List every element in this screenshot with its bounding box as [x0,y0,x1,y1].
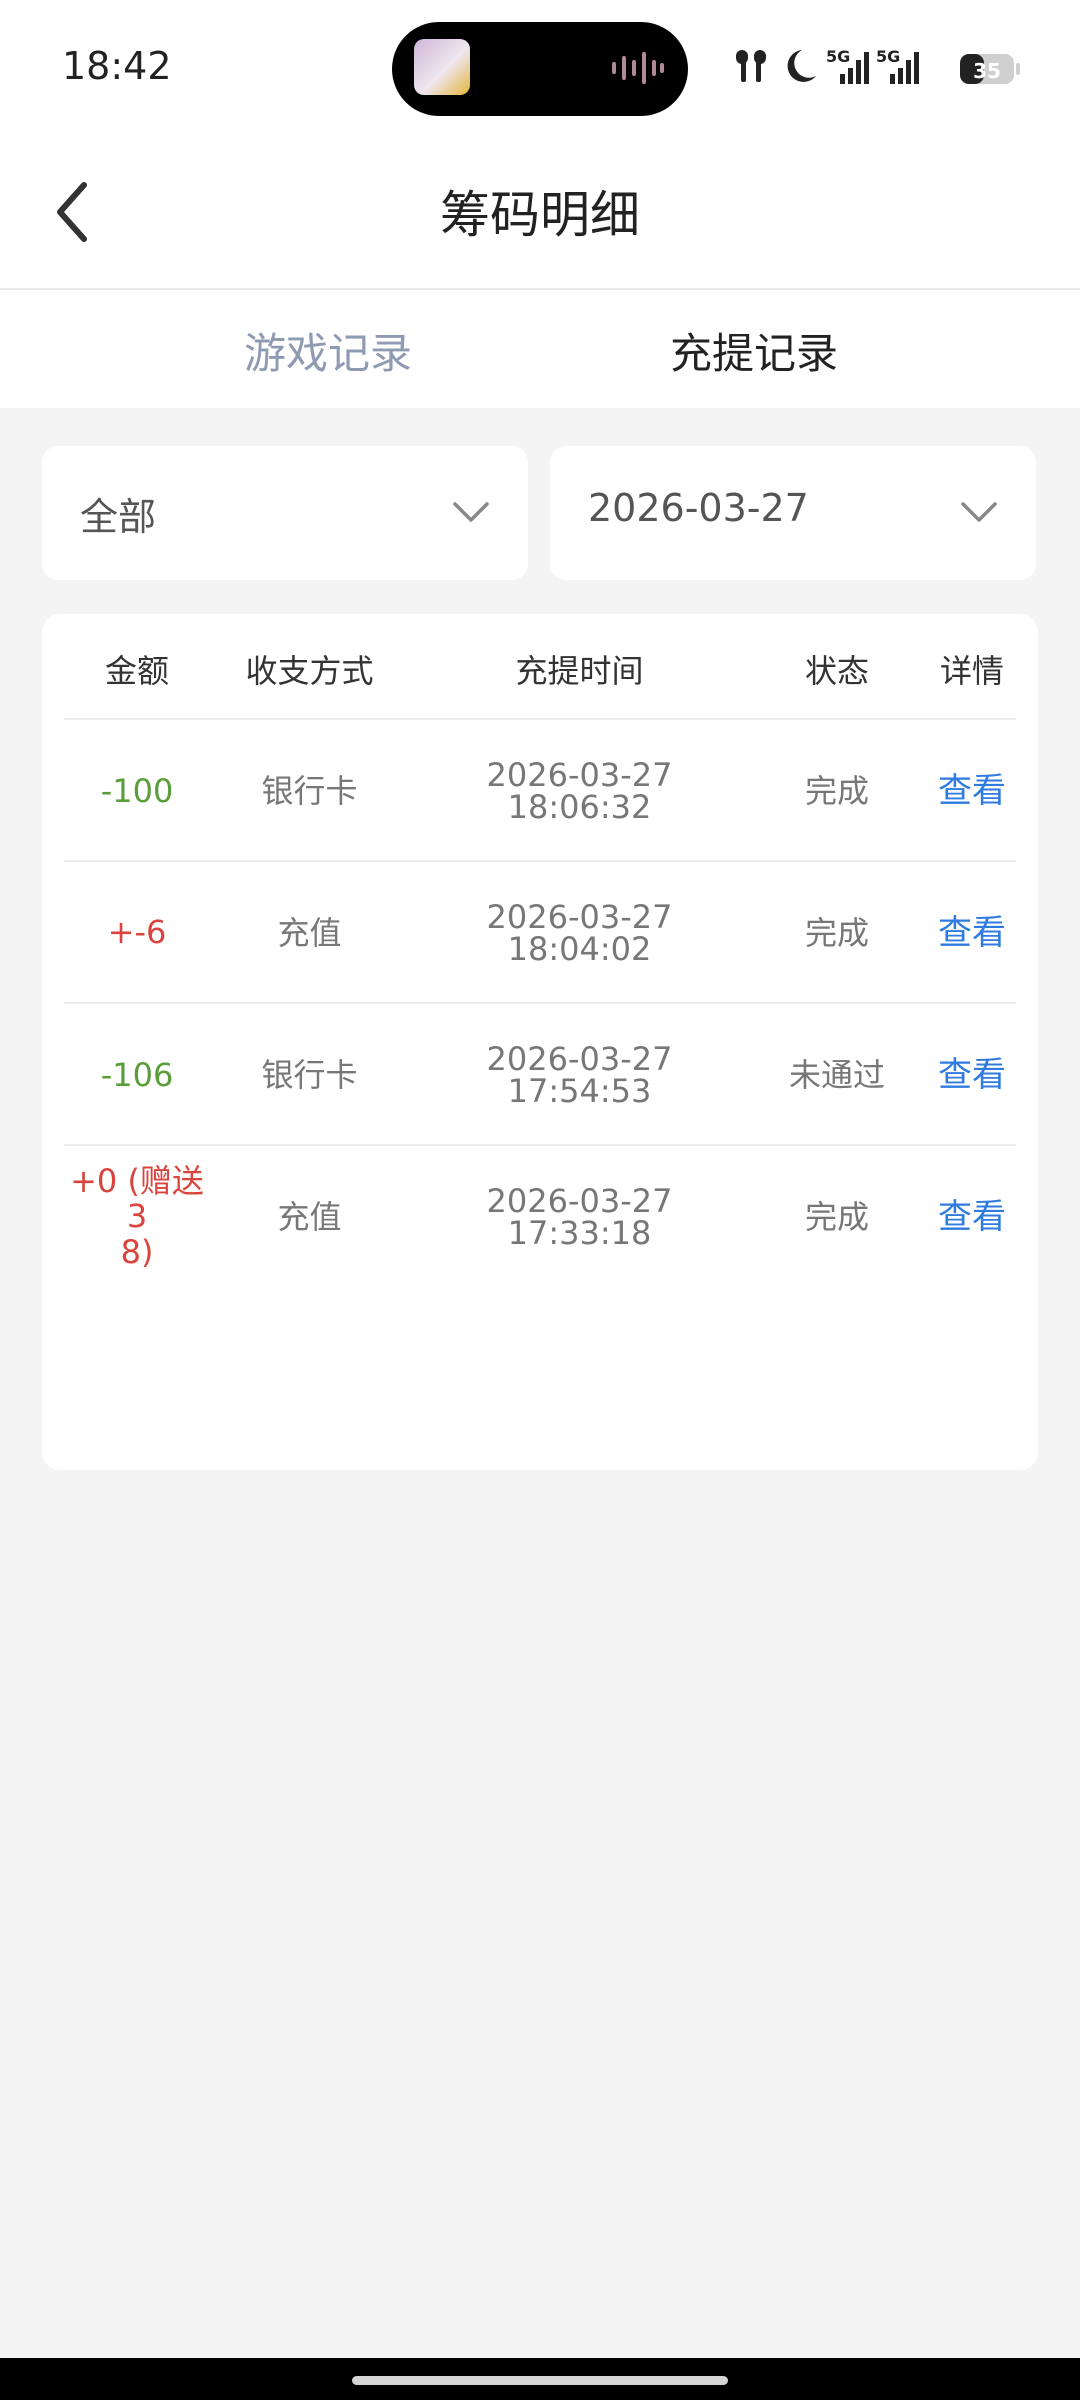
net2-label: 5G [876,47,900,66]
row-method: 银行卡 [261,772,358,810]
row-method: 充值 [277,914,342,952]
header-time: 充提时间 [515,652,644,690]
type-filter-dropdown[interactable]: 全部 [42,446,528,580]
status-icons: 5G 5G 35 [736,47,1020,84]
table-row: +0 (赠送3 8) 充值 2026-03-27 17:33:18 完成 查看 [64,1144,1016,1288]
row-datetime: 2026-03-27 18:04:02 [417,862,742,1004]
chevron-down-icon [961,502,997,522]
header-detail: 详情 [939,652,1004,690]
status-bar: 18:42 5G 5G 35 [0,0,1080,135]
header-status: 状态 [804,652,869,690]
moon-icon [787,50,816,82]
row-date: 2026-03-27 [486,898,673,936]
net1-label: 5G [826,47,850,66]
nav-bar: 筹码明细 [0,135,1080,290]
row-amount: -100 [100,772,174,810]
dynamic-island[interactable] [392,22,688,116]
table-row: -106 银行卡 2026-03-27 17:54:53 未通过 查看 [64,1002,1016,1146]
audio-wave-icon [612,52,664,84]
view-detail-link[interactable]: 查看 [907,720,1037,862]
row-datetime: 2026-03-27 18:06:32 [417,720,742,862]
date-filter-value: 2026-03-27 [588,486,809,530]
row-time: 17:54:53 [507,1072,652,1110]
view-detail-link[interactable]: 查看 [907,1004,1037,1146]
row-status: 完成 [804,1198,869,1236]
home-indicator[interactable] [352,2376,728,2385]
media-thumbnail-icon [414,39,470,95]
row-method: 充值 [277,1198,342,1236]
row-amount: +0 (赠送3 8) [62,1146,212,1288]
row-amount: +-6 [107,913,167,952]
row-time: 17:33:18 [507,1214,652,1252]
row-time: 18:06:32 [507,788,652,826]
battery-icon: 35 [960,54,1020,84]
view-detail-link[interactable]: 查看 [907,862,1037,1004]
row-amount-line2: 8) [120,1232,154,1271]
header-amount: 金额 [104,652,169,690]
status-time: 18:42 [62,44,172,88]
svg-text:35: 35 [973,59,1001,83]
page-title: 筹码明细 [440,186,640,244]
row-status: 未通过 [788,1056,885,1094]
earbuds-icon [736,50,766,82]
header-method: 收支方式 [245,652,374,690]
table-header: 金额 收支方式 充提时间 状态 详情 [42,614,1038,718]
table-row: +-6 充值 2026-03-27 18:04:02 完成 查看 [64,860,1016,1004]
row-status: 完成 [804,772,869,810]
row-date: 2026-03-27 [486,756,673,794]
row-method: 银行卡 [261,1056,358,1094]
records-table: 金额 收支方式 充提时间 状态 详情 -100 银行卡 2026-03-27 1… [42,614,1038,1470]
row-date: 2026-03-27 [486,1040,673,1078]
row-amount: -106 [100,1056,174,1094]
tab-game-records[interactable]: 游戏记录 [244,320,412,381]
type-filter-value: 全部 [80,495,157,539]
view-detail-link[interactable]: 查看 [907,1146,1037,1288]
row-time: 18:04:02 [507,930,652,968]
date-filter-dropdown[interactable]: 2026-03-27 [550,446,1036,580]
row-status: 完成 [804,914,869,952]
chevron-down-icon [453,502,489,522]
row-datetime: 2026-03-27 17:54:53 [417,1004,742,1146]
tab-recharge-records[interactable]: 充提记录 [670,320,838,381]
row-date: 2026-03-27 [486,1182,673,1220]
row-datetime: 2026-03-27 17:33:18 [417,1146,742,1288]
tab-bar: 游戏记录 充提记录 [0,290,1080,408]
row-amount-line1: +0 (赠送3 [70,1162,204,1236]
table-row: -100 银行卡 2026-03-27 18:06:32 完成 查看 [64,718,1016,862]
